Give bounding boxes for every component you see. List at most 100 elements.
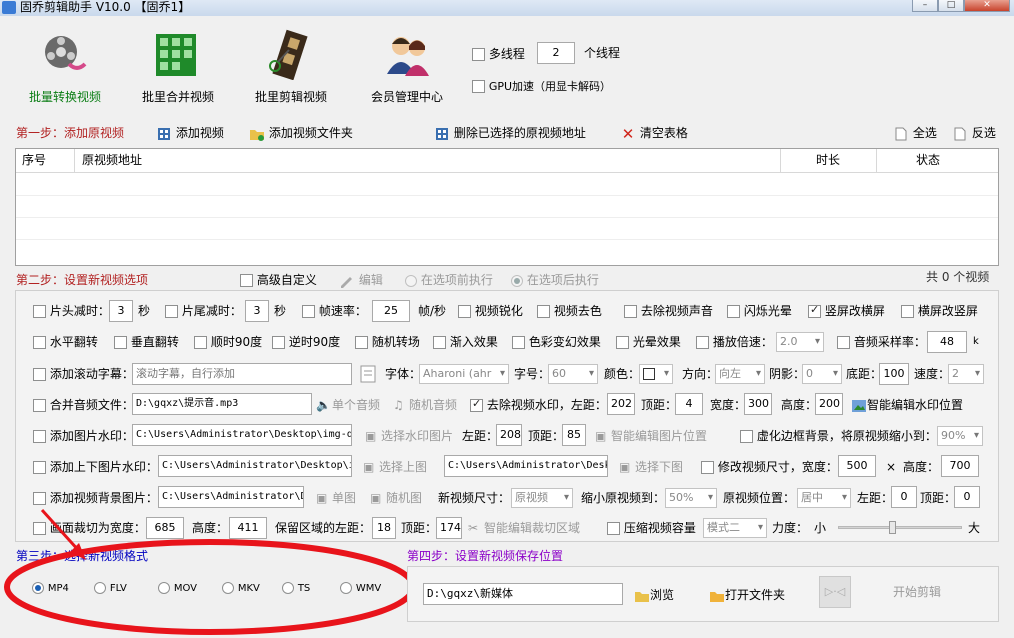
add-video-button[interactable]: 添加视频 <box>156 122 224 144</box>
wm-left-input[interactable]: 202 <box>607 393 635 415</box>
remove-audio-checkbox[interactable] <box>624 305 637 318</box>
fps-option[interactable]: 帧速率： <box>302 300 367 322</box>
sample-rate-checkbox[interactable] <box>837 336 850 349</box>
color-change-option[interactable]: 色彩变幻效果 <box>512 331 601 353</box>
sharpen-checkbox[interactable] <box>458 305 471 318</box>
speed-checkbox[interactable] <box>696 336 709 349</box>
start-edit-button[interactable]: 开始剪辑 <box>893 581 941 603</box>
topbottom-watermark-option[interactable]: 添加上下图片水印： <box>33 456 158 478</box>
decolor-checkbox[interactable] <box>537 305 550 318</box>
vflip-option[interactable]: 垂直翻转 <box>114 331 179 353</box>
color-picker[interactable] <box>639 364 673 384</box>
hflip-checkbox[interactable] <box>33 336 46 349</box>
cw90-option[interactable]: 顺时90度 <box>194 331 262 353</box>
run-before-option[interactable]: 在选项前执行 <box>405 269 493 291</box>
slider-thumb[interactable] <box>889 521 896 534</box>
scroll-sub-checkbox[interactable] <box>33 368 46 381</box>
sample-rate-input[interactable]: 48 <box>927 331 967 353</box>
batch-edit-button[interactable]: 批里剪辑视频 <box>236 28 346 105</box>
multithread-option[interactable]: 多线程 <box>472 43 525 65</box>
member-center-button[interactable]: 会员管理中心 <box>352 28 462 105</box>
gpu-checkbox[interactable] <box>472 80 485 93</box>
speed-select[interactable]: 2.0 <box>776 332 824 352</box>
scroll-sub-input[interactable]: 滚动字幕，自行添加 <box>132 363 352 385</box>
maximize-button[interactable]: □ <box>938 0 964 12</box>
glow-option[interactable]: 光晕效果 <box>616 331 681 353</box>
start-edit-icon[interactable]: ▷·◁ <box>819 576 851 608</box>
random-trans-option[interactable]: 随机转场 <box>355 331 420 353</box>
select-all-button[interactable]: 全选 <box>893 122 937 144</box>
shadow-select[interactable]: 0 <box>802 364 842 384</box>
font-size-select[interactable]: 60 <box>548 364 598 384</box>
tail-cut-checkbox[interactable] <box>165 305 178 318</box>
single-audio-button[interactable]: 🔈单个音频 <box>316 394 380 416</box>
close-button[interactable]: ✕ <box>964 0 1010 12</box>
bottom-input[interactable]: 100 <box>879 363 909 385</box>
minimize-button[interactable]: – <box>912 0 938 12</box>
direction-select[interactable]: 向左 <box>715 364 765 384</box>
smart-image-button[interactable]: ▣ 智能编辑图片位置 <box>595 425 707 447</box>
sharpen-option[interactable]: 视频锐化 <box>458 300 523 322</box>
fade-in-checkbox[interactable] <box>433 336 446 349</box>
clear-table-button[interactable]: ✕ 清空表格 <box>620 122 688 144</box>
add-folder-button[interactable]: 添加视频文件夹 <box>249 122 353 144</box>
run-before-radio[interactable] <box>405 274 417 287</box>
pos-left-input[interactable]: 0 <box>891 486 917 508</box>
head-cut-option[interactable]: 片头减时： <box>33 300 110 322</box>
merge-audio-option[interactable]: 合并音频文件： <box>33 394 134 416</box>
advanced-checkbox[interactable] <box>240 274 253 287</box>
browse-button[interactable]: 浏览 <box>634 584 674 606</box>
invert-select-button[interactable]: 反选 <box>952 122 996 144</box>
run-after-option[interactable]: 在选项后执行 <box>511 269 599 291</box>
color-change-checkbox[interactable] <box>512 336 525 349</box>
pos-top-input[interactable]: 0 <box>954 486 980 508</box>
choose-bottom-image-button[interactable]: ▣ 选择下图 <box>619 456 683 478</box>
video-table[interactable]: 序号 原视频地址 时长 状态 <box>15 148 999 266</box>
compress-checkbox[interactable] <box>607 522 620 535</box>
col-path[interactable]: 原视频地址 <box>82 149 142 171</box>
random-audio-button[interactable]: ♫ 随机音频 <box>393 394 457 416</box>
crop-top-input[interactable]: 174 <box>436 517 462 539</box>
h2v-checkbox[interactable] <box>901 305 914 318</box>
thread-count-input[interactable]: 2 <box>537 42 575 64</box>
wm-top-input[interactable]: 4 <box>675 393 703 415</box>
vflip-checkbox[interactable] <box>114 336 127 349</box>
new-size-select[interactable]: 原视频 <box>511 488 573 508</box>
delete-selected-button[interactable]: 删除已选择的原视频地址 <box>434 122 586 144</box>
h2v-option[interactable]: 横屏改竖屏 <box>901 300 978 322</box>
remove-watermark-option[interactable]: 去除视频水印，左距： <box>470 394 607 416</box>
resize-checkbox[interactable] <box>701 461 714 474</box>
wm-width-input[interactable]: 300 <box>744 393 772 415</box>
resize-option[interactable]: 修改视频尺寸，宽度： <box>701 456 838 478</box>
sample-rate-option[interactable]: 音频采样率： <box>837 331 926 353</box>
batch-merge-button[interactable]: 批里合并视频 <box>123 28 233 105</box>
glow-checkbox[interactable] <box>616 336 629 349</box>
strength-slider[interactable] <box>838 521 962 534</box>
remove-audio-option[interactable]: 去除视频声音 <box>624 300 713 322</box>
gpu-option[interactable]: GPU加速（用显卡解码） <box>472 76 611 98</box>
ccw90-checkbox[interactable] <box>272 336 285 349</box>
multithread-checkbox[interactable] <box>472 48 485 61</box>
head-cut-input[interactable]: 3 <box>109 300 133 322</box>
col-duration[interactable]: 时长 <box>816 149 840 171</box>
fps-checkbox[interactable] <box>302 305 315 318</box>
img-top-input[interactable]: 85 <box>562 424 586 446</box>
open-folder-button[interactable]: 打开文件夹 <box>709 584 785 606</box>
edit-button[interactable]: 编辑 <box>339 269 383 291</box>
wm-height-input[interactable]: 200 <box>815 393 843 415</box>
shrink-select[interactable]: 50% <box>665 488 717 508</box>
scroll-speed-select[interactable]: 2 <box>948 364 984 384</box>
tail-cut-input[interactable]: 3 <box>245 300 269 322</box>
image-watermark-option[interactable]: 添加图片水印： <box>33 425 134 447</box>
tail-cut-option[interactable]: 片尾减时： <box>165 300 242 322</box>
font-select[interactable]: Aharoni (ahr <box>419 364 509 384</box>
col-status[interactable]: 状态 <box>916 149 940 171</box>
choose-watermark-button[interactable]: ▣ 选择水印图片 <box>365 425 453 447</box>
decolor-option[interactable]: 视频去色 <box>537 300 602 322</box>
bottom-image-path[interactable]: C:\Users\Administrator\Desk <box>444 455 608 477</box>
blur-bg-checkbox[interactable] <box>740 430 753 443</box>
advanced-custom-option[interactable]: 高级自定义 <box>240 269 317 291</box>
image-watermark-checkbox[interactable] <box>33 430 46 443</box>
scroll-sub-option[interactable]: 添加滚动字幕： <box>33 363 134 385</box>
resize-height-input[interactable]: 700 <box>941 455 979 477</box>
